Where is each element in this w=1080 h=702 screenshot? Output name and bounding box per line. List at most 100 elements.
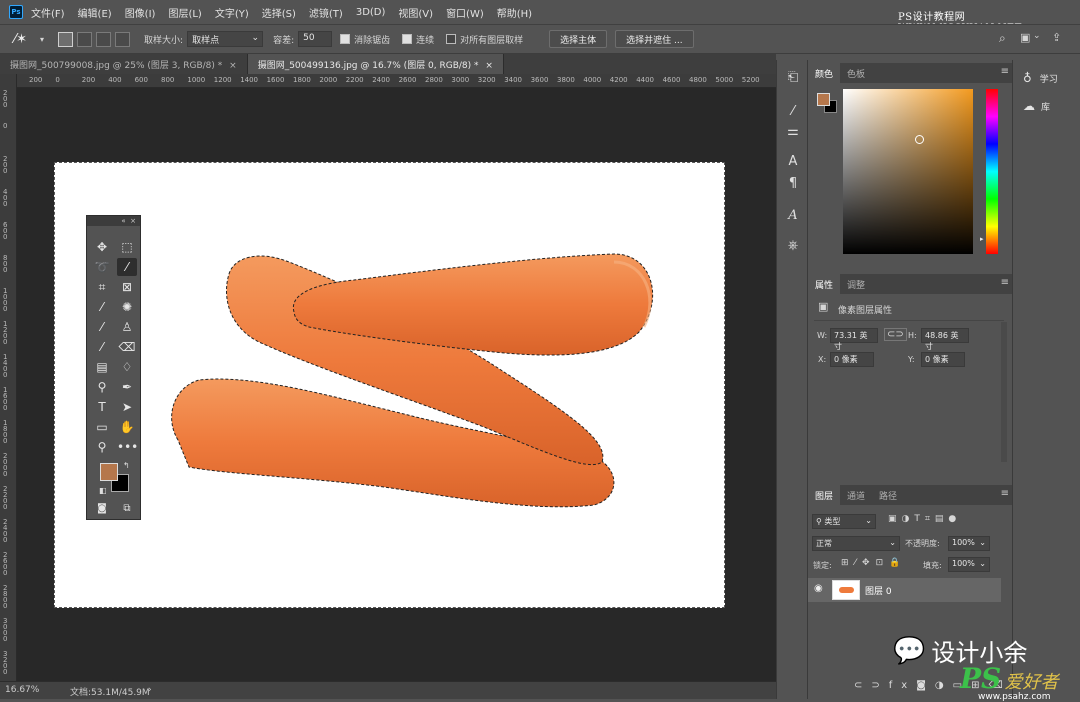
brush-settings-icon[interactable]: ⁄: [783, 102, 803, 122]
healing-tool-icon[interactable]: ✺: [117, 298, 137, 316]
layer-filter-select[interactable]: ⚲ 类型 ⌄: [812, 514, 876, 529]
height-field[interactable]: 48.86 英寸: [921, 328, 969, 351]
menu-edit[interactable]: 编辑(E): [78, 5, 112, 20]
menu-type[interactable]: 文字(Y): [215, 5, 249, 20]
tab-layers[interactable]: 图层: [808, 485, 841, 505]
select-and-mask-button[interactable]: 选择并遮住 ...: [615, 30, 694, 48]
brush-tool-icon[interactable]: ⁄: [92, 318, 112, 336]
link-layers-icon[interactable]: ⊂⊃: [854, 680, 889, 691]
x-field[interactable]: 0 像素: [830, 352, 874, 367]
color-panel-fg-swatch[interactable]: [817, 93, 830, 106]
sample-size-select[interactable]: 取样点 ⌄: [187, 31, 264, 47]
lasso-tool-icon[interactable]: ➰: [92, 258, 112, 276]
more-tools-icon[interactable]: •••: [117, 438, 138, 456]
link-icon[interactable]: ⊂⊃: [884, 328, 907, 341]
hue-slider[interactable]: [986, 89, 998, 254]
close-icon[interactable]: ×: [229, 61, 237, 71]
mask-icon[interactable]: ◙: [916, 680, 935, 691]
foreground-color-swatch[interactable]: [100, 463, 118, 481]
3d-icon[interactable]: ⎈: [783, 236, 803, 256]
learn-button[interactable]: ♁ 学习: [1013, 64, 1080, 92]
menu-3d[interactable]: 3D(D): [356, 7, 386, 18]
ruler-vertical[interactable]: 200 0 200 400 600 800 1000 1200 1400 1600 1800 2000…: [0, 74, 17, 681]
tab-color[interactable]: 颜色: [808, 63, 841, 83]
layer-row[interactable]: ◉ 图层 0: [808, 578, 1001, 602]
zoom-level[interactable]: 16.67%: [5, 685, 39, 695]
tab-adjustments[interactable]: 调整: [840, 274, 872, 294]
tab-properties[interactable]: 属性: [808, 274, 841, 294]
rectangle-tool-icon[interactable]: ▭: [92, 418, 112, 436]
search-icon[interactable]: ⌕: [999, 31, 1006, 46]
panel-menu-icon[interactable]: ≡: [1001, 277, 1009, 288]
eyedropper-tool-icon[interactable]: ⁄: [92, 298, 112, 316]
marquee-tool-icon[interactable]: ⬚: [117, 238, 137, 256]
menu-select[interactable]: 选择(S): [262, 5, 296, 20]
fx-icon[interactable]: fx: [889, 680, 916, 691]
chevron-right-icon[interactable]: ›: [148, 685, 152, 695]
character-icon[interactable]: A: [783, 152, 803, 172]
share-icon[interactable]: ⇪: [1052, 31, 1061, 44]
document-canvas[interactable]: [54, 162, 725, 608]
tab-paths[interactable]: 路径: [872, 485, 904, 505]
color-picker-cursor[interactable]: [915, 135, 924, 144]
menu-file[interactable]: 文件(F): [31, 5, 65, 20]
gradient-tool-icon[interactable]: ▤: [92, 358, 112, 376]
default-colors-icon[interactable]: ◧: [99, 486, 107, 495]
pen-tool-icon[interactable]: ✒: [117, 378, 137, 396]
adjustment-layer-icon[interactable]: ◑: [935, 680, 953, 691]
zoom-tool-icon[interactable]: ⚲: [92, 438, 112, 456]
tab-swatches[interactable]: 色板: [840, 63, 872, 83]
blend-mode-select[interactable]: 正常 ⌄: [812, 536, 900, 551]
history-brush-icon[interactable]: ⁄: [92, 338, 112, 356]
contiguous-checkbox[interactable]: [402, 34, 413, 44]
workspace-icon[interactable]: ▣: [1020, 31, 1030, 44]
ruler-horizontal[interactable]: 200 0 200 400 600 800 1000 1200 1400 1600 1800 2000…: [17, 74, 776, 88]
select-subject-button[interactable]: 选择主体: [549, 30, 608, 48]
opacity-field[interactable]: 100% ⌄: [948, 536, 990, 551]
stamp-tool-icon[interactable]: ♙: [117, 318, 137, 336]
quick-mask-icon[interactable]: ◙: [92, 500, 112, 518]
libraries-button[interactable]: ☁ 库: [1013, 92, 1080, 120]
all-layers-checkbox[interactable]: [446, 34, 457, 44]
width-field[interactable]: 73.31 英寸: [830, 328, 878, 351]
magic-wand-icon[interactable]: ⁄✶: [14, 32, 40, 47]
eraser-tool-icon[interactable]: ⌫: [117, 338, 137, 356]
menu-view[interactable]: 视图(V): [398, 5, 433, 20]
swap-colors-icon[interactable]: ↰: [123, 461, 130, 470]
menu-help[interactable]: 帮助(H): [497, 5, 532, 20]
tools-panel-header[interactable]: « ×: [87, 216, 140, 226]
new-selection-button[interactable]: [58, 31, 74, 47]
path-selection-icon[interactable]: ➤: [117, 398, 137, 416]
layer-filter-icons[interactable]: ▣◑T⌗▤●: [888, 514, 961, 524]
dropdown-arrow-icon[interactable]: ▾: [40, 35, 44, 44]
fill-field[interactable]: 100% ⌄: [948, 557, 990, 572]
crop-tool-icon[interactable]: ⌗: [92, 278, 112, 296]
blur-tool-icon[interactable]: ♢: [117, 358, 137, 376]
visibility-eye-icon[interactable]: ◉: [814, 583, 823, 594]
menu-filter[interactable]: 滤镜(T): [309, 5, 343, 20]
magic-wand-tool-icon[interactable]: ⁄: [117, 258, 137, 276]
glyphs-icon[interactable]: A: [783, 206, 803, 226]
menu-window[interactable]: 窗口(W): [446, 5, 484, 20]
tab-channels[interactable]: 通道: [840, 485, 872, 505]
tab-document-1[interactable]: 摄图网_500799008.jpg @ 25% (图层 3, RGB/8) * …: [0, 54, 248, 74]
lock-icons[interactable]: ⊞⁄✥⊡🔒: [841, 558, 906, 568]
frame-tool-icon[interactable]: ⊠: [117, 278, 137, 296]
tab-document-2[interactable]: 摄图网_500499136.jpg @ 16.7% (图层 0, RGB/8) …: [247, 54, 504, 74]
intersect-selection-button[interactable]: [115, 31, 131, 47]
paragraph-icon[interactable]: ¶: [783, 174, 803, 194]
history-icon[interactable]: ⎗: [783, 68, 803, 88]
dodge-tool-icon[interactable]: ⚲: [92, 378, 112, 396]
panel-menu-icon[interactable]: ≡: [1001, 66, 1009, 77]
menu-image[interactable]: 图像(I): [125, 5, 156, 20]
y-field[interactable]: 0 像素: [921, 352, 965, 367]
menu-layer[interactable]: 图层(L): [168, 5, 201, 20]
antialias-checkbox[interactable]: [340, 34, 351, 44]
panel-menu-icon[interactable]: ≡: [1001, 488, 1009, 499]
properties-scrollbar[interactable]: [1001, 322, 1007, 462]
move-tool-icon[interactable]: ✥: [92, 238, 112, 256]
hand-tool-icon[interactable]: ✋: [117, 418, 137, 436]
type-tool-icon[interactable]: T: [92, 398, 112, 416]
tolerance-input[interactable]: 50: [298, 31, 333, 47]
layer-name[interactable]: 图层 0: [865, 584, 892, 597]
